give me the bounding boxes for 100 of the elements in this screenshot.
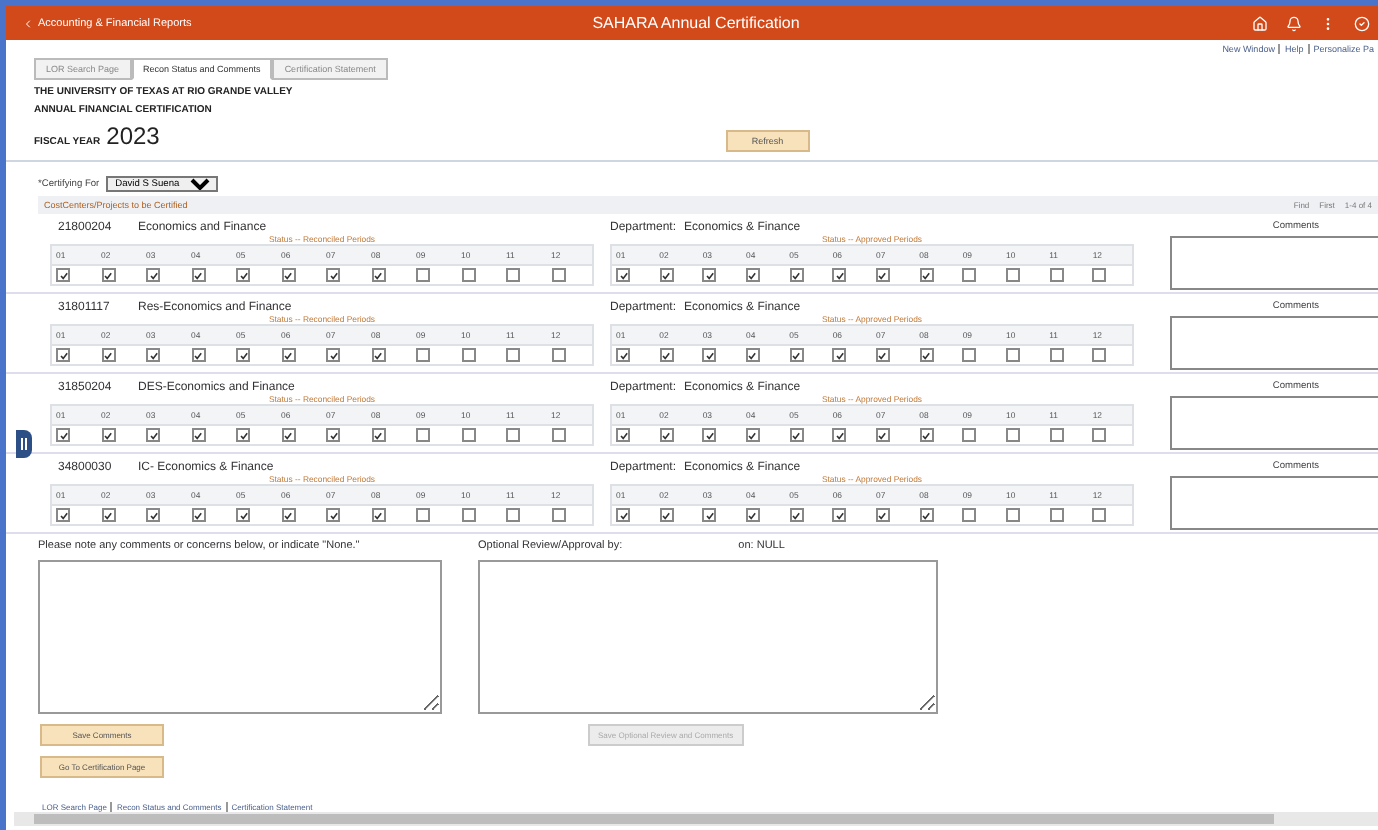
period-checkbox[interactable] bbox=[616, 348, 630, 362]
period-checkbox[interactable] bbox=[919, 268, 934, 282]
period-checkbox[interactable] bbox=[326, 268, 340, 282]
period-checkbox[interactable] bbox=[702, 428, 717, 442]
period-checkbox[interactable] bbox=[146, 348, 160, 362]
period-checkbox[interactable] bbox=[962, 428, 977, 442]
review-field[interactable] bbox=[478, 560, 938, 714]
period-checkbox[interactable] bbox=[461, 268, 475, 282]
period-checkbox[interactable] bbox=[1049, 348, 1064, 362]
comments-field[interactable] bbox=[1170, 236, 1378, 290]
period-checkbox[interactable] bbox=[789, 348, 804, 362]
period-checkbox[interactable] bbox=[1092, 348, 1107, 362]
period-checkbox[interactable] bbox=[416, 268, 430, 282]
period-checkbox[interactable] bbox=[551, 348, 565, 362]
period-checkbox[interactable] bbox=[962, 508, 977, 522]
comments-field[interactable] bbox=[1170, 396, 1378, 450]
period-checkbox[interactable] bbox=[919, 348, 934, 362]
period-checkbox[interactable] bbox=[236, 508, 250, 522]
period-checkbox[interactable] bbox=[326, 508, 340, 522]
period-checkbox[interactable] bbox=[789, 508, 804, 522]
period-checkbox[interactable] bbox=[745, 268, 760, 282]
period-checkbox[interactable] bbox=[919, 428, 934, 442]
comments-field[interactable] bbox=[1170, 476, 1378, 530]
period-checkbox[interactable] bbox=[281, 268, 295, 282]
period-checkbox[interactable] bbox=[506, 428, 520, 442]
period-checkbox[interactable] bbox=[832, 428, 847, 442]
period-checkbox[interactable] bbox=[506, 348, 520, 362]
period-checkbox[interactable] bbox=[191, 268, 205, 282]
period-checkbox[interactable] bbox=[191, 348, 205, 362]
period-checkbox[interactable] bbox=[281, 348, 295, 362]
period-checkbox[interactable] bbox=[1005, 428, 1020, 442]
period-checkbox[interactable] bbox=[659, 428, 674, 442]
period-checkbox[interactable] bbox=[416, 508, 430, 522]
period-checkbox[interactable] bbox=[281, 428, 295, 442]
period-checkbox[interactable] bbox=[236, 348, 250, 362]
period-checkbox[interactable] bbox=[506, 508, 520, 522]
period-checkbox[interactable] bbox=[191, 428, 205, 442]
period-checkbox[interactable] bbox=[146, 428, 160, 442]
period-checkbox[interactable] bbox=[659, 348, 674, 362]
period-checkbox[interactable] bbox=[461, 508, 475, 522]
comments-field[interactable] bbox=[38, 560, 442, 714]
period-checkbox[interactable] bbox=[236, 428, 250, 442]
period-checkbox[interactable] bbox=[416, 348, 430, 362]
period-checkbox[interactable] bbox=[551, 508, 565, 522]
period-checkbox[interactable] bbox=[832, 508, 847, 522]
bell-icon[interactable] bbox=[1286, 15, 1302, 31]
period-checkbox[interactable] bbox=[101, 268, 115, 282]
period-checkbox[interactable] bbox=[1092, 428, 1107, 442]
collapse-handle[interactable] bbox=[16, 430, 32, 458]
period-checkbox[interactable] bbox=[101, 348, 115, 362]
period-checkbox[interactable] bbox=[1049, 268, 1064, 282]
check-circle-icon[interactable] bbox=[1354, 15, 1370, 31]
period-checkbox[interactable] bbox=[616, 268, 630, 282]
period-checkbox[interactable] bbox=[461, 428, 475, 442]
period-checkbox[interactable] bbox=[875, 508, 890, 522]
period-checkbox[interactable] bbox=[281, 508, 295, 522]
period-checkbox[interactable] bbox=[702, 348, 717, 362]
period-checkbox[interactable] bbox=[371, 348, 385, 362]
period-checkbox[interactable] bbox=[1005, 268, 1020, 282]
period-checkbox[interactable] bbox=[875, 348, 890, 362]
period-checkbox[interactable] bbox=[1092, 508, 1107, 522]
period-checkbox[interactable] bbox=[832, 348, 847, 362]
period-checkbox[interactable] bbox=[56, 428, 70, 442]
period-checkbox[interactable] bbox=[146, 508, 160, 522]
period-checkbox[interactable] bbox=[875, 268, 890, 282]
period-checkbox[interactable] bbox=[659, 508, 674, 522]
period-checkbox[interactable] bbox=[506, 268, 520, 282]
period-checkbox[interactable] bbox=[962, 348, 977, 362]
period-checkbox[interactable] bbox=[702, 268, 717, 282]
period-checkbox[interactable] bbox=[371, 428, 385, 442]
period-checkbox[interactable] bbox=[326, 428, 340, 442]
period-checkbox[interactable] bbox=[962, 268, 977, 282]
period-checkbox[interactable] bbox=[745, 348, 760, 362]
period-checkbox[interactable] bbox=[461, 348, 475, 362]
period-checkbox[interactable] bbox=[702, 508, 717, 522]
period-checkbox[interactable] bbox=[326, 348, 340, 362]
period-checkbox[interactable] bbox=[1049, 508, 1064, 522]
period-checkbox[interactable] bbox=[789, 428, 804, 442]
period-checkbox[interactable] bbox=[616, 428, 630, 442]
period-checkbox[interactable] bbox=[371, 268, 385, 282]
period-checkbox[interactable] bbox=[1049, 428, 1064, 442]
period-checkbox[interactable] bbox=[832, 268, 847, 282]
home-icon[interactable] bbox=[1252, 15, 1268, 31]
period-checkbox[interactable] bbox=[416, 428, 430, 442]
period-checkbox[interactable] bbox=[659, 268, 674, 282]
period-checkbox[interactable] bbox=[1092, 268, 1107, 282]
period-checkbox[interactable] bbox=[56, 508, 70, 522]
period-checkbox[interactable] bbox=[101, 508, 115, 522]
period-checkbox[interactable] bbox=[551, 428, 565, 442]
comments-field[interactable] bbox=[1170, 316, 1378, 370]
period-checkbox[interactable] bbox=[551, 268, 565, 282]
period-checkbox[interactable] bbox=[616, 508, 630, 522]
period-checkbox[interactable] bbox=[919, 508, 934, 522]
horizontal-scrollbar[interactable] bbox=[14, 812, 1378, 826]
period-checkbox[interactable] bbox=[875, 428, 890, 442]
period-checkbox[interactable] bbox=[191, 508, 205, 522]
period-checkbox[interactable] bbox=[371, 508, 385, 522]
period-checkbox[interactable] bbox=[56, 348, 70, 362]
period-checkbox[interactable] bbox=[236, 268, 250, 282]
period-checkbox[interactable] bbox=[789, 268, 804, 282]
